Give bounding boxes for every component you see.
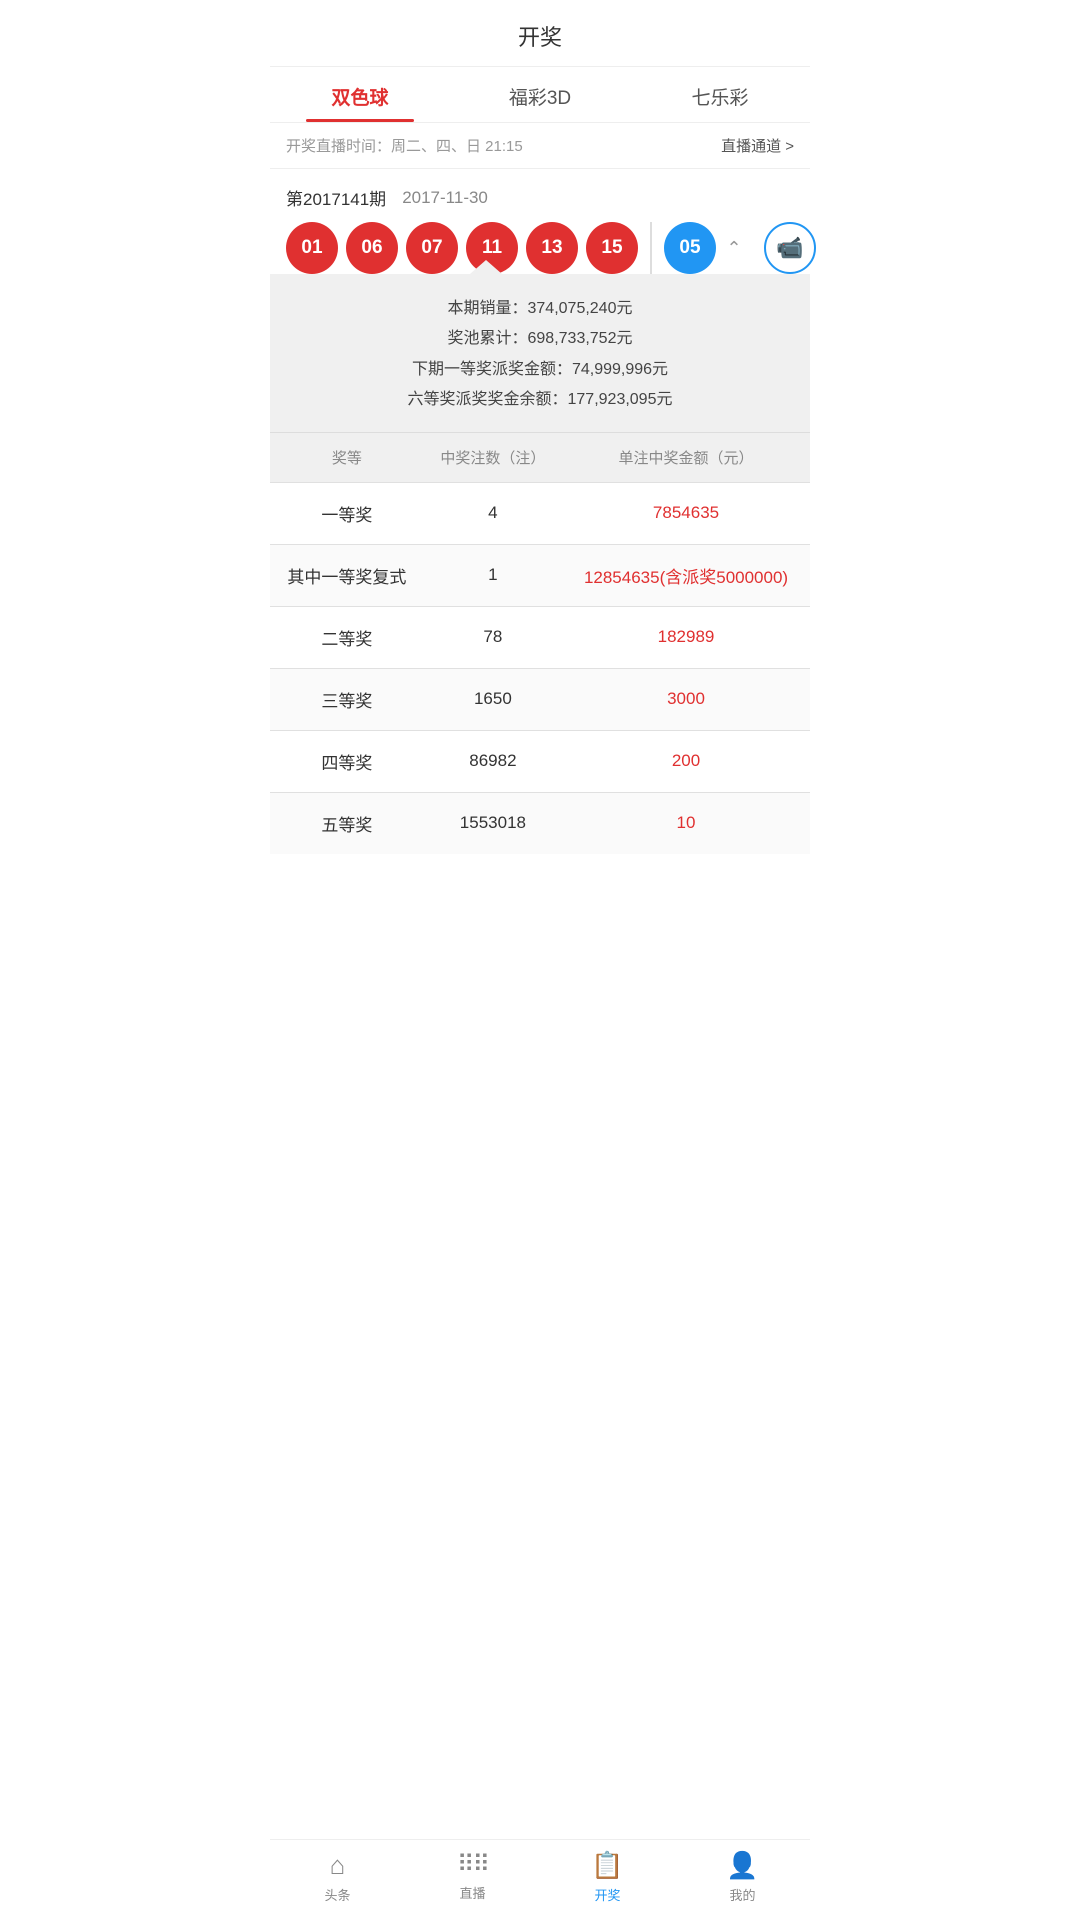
red-ball-1: 01 xyxy=(286,222,338,274)
page-title: 开奖 xyxy=(518,25,562,50)
panel-triangle xyxy=(470,260,502,274)
collapse-button[interactable]: ⌃ xyxy=(716,230,752,266)
prize-level: 其中一等奖复式 xyxy=(270,544,424,606)
red-ball-5: 13 xyxy=(526,222,578,274)
nav-headlines[interactable]: ⌂ 头条 xyxy=(298,1850,378,1904)
header: 开奖 xyxy=(270,0,810,67)
tab-shuangseqiu[interactable]: 双色球 xyxy=(270,67,450,122)
video-button[interactable]: 📹 xyxy=(764,222,816,274)
tab-qilelai[interactable]: 七乐彩 xyxy=(630,67,810,122)
tab-bar: 双色球 福彩3D 七乐彩 xyxy=(270,67,810,123)
tab-fucai3d[interactable]: 福彩3D xyxy=(450,67,630,122)
nav-live[interactable]: ⠿⠿ 直播 xyxy=(433,1850,513,1904)
live-icon: ⠿⠿ xyxy=(457,1850,488,1879)
broadcast-bar: 开奖直播时间：周二、四、日 21:15 直播通道 > xyxy=(270,123,810,169)
nav-headlines-label: 头条 xyxy=(324,1885,350,1904)
prize-count: 1650 xyxy=(424,668,562,730)
red-ball-6: 15 xyxy=(586,222,638,274)
table-row: 四等奖86982200 xyxy=(270,730,810,792)
prize-table: 奖等 中奖注数（注） 单注中奖金额（元） 一等奖47854635其中一等奖复式1… xyxy=(270,433,810,854)
prize-level: 四等奖 xyxy=(270,730,424,792)
table-row: 一等奖47854635 xyxy=(270,482,810,544)
prize-amount: 12854635(含派奖5000000) xyxy=(562,544,810,606)
col-level: 奖等 xyxy=(270,433,424,483)
broadcast-time: 开奖直播时间：周二、四、日 21:15 xyxy=(286,135,523,156)
table-row: 五等奖155301810 xyxy=(270,792,810,854)
prize-level: 五等奖 xyxy=(270,792,424,854)
prize-amount: 3000 xyxy=(562,668,810,730)
draw-meta: 第2017141期 2017-11-30 xyxy=(286,185,794,210)
nav-live-label: 直播 xyxy=(459,1883,485,1902)
red-ball-2: 06 xyxy=(346,222,398,274)
stats-sixth-remain: 六等奖派奖奖金余额：177,923,095元 xyxy=(286,385,794,415)
nav-lottery[interactable]: 📋 开奖 xyxy=(568,1850,648,1904)
table-row: 三等奖16503000 xyxy=(270,668,810,730)
table-row: 二等奖78182989 xyxy=(270,606,810,668)
col-amount: 单注中奖金额（元） xyxy=(562,433,810,483)
red-ball-3: 07 xyxy=(406,222,458,274)
user-icon: 👤 xyxy=(726,1850,758,1881)
lottery-icon: 📋 xyxy=(591,1850,623,1881)
draw-controls: ⌃ 📹 xyxy=(716,222,816,274)
balls-wrapper: 01 06 07 11 13 15 05 ⌃ 📹 xyxy=(286,222,794,274)
prize-amount: 200 xyxy=(562,730,810,792)
stats-block: 本期销量：374,075,240元 奖池累计：698,733,752元 下期一等… xyxy=(270,274,810,433)
video-camera-icon: 📹 xyxy=(776,235,803,261)
stats-pool: 奖池累计：698,733,752元 xyxy=(286,324,794,354)
blue-ball: 05 xyxy=(664,222,716,274)
prize-count: 1553018 xyxy=(424,792,562,854)
home-icon: ⌂ xyxy=(330,1850,346,1881)
prize-count: 86982 xyxy=(424,730,562,792)
table-row: 其中一等奖复式112854635(含派奖5000000) xyxy=(270,544,810,606)
red-balls: 01 06 07 11 13 15 xyxy=(286,222,638,274)
prize-count: 78 xyxy=(424,606,562,668)
broadcast-channel-link[interactable]: 直播通道 > xyxy=(721,135,794,156)
nav-lottery-label: 开奖 xyxy=(594,1885,620,1904)
stats-sales: 本期销量：374,075,240元 xyxy=(286,294,794,324)
draw-section: 第2017141期 2017-11-30 01 06 07 11 13 15 0… xyxy=(270,169,810,274)
prize-amount: 7854635 xyxy=(562,482,810,544)
bottom-nav: ⌂ 头条 ⠿⠿ 直播 📋 开奖 👤 我的 xyxy=(270,1839,810,1920)
detail-panel: 本期销量：374,075,240元 奖池累计：698,733,752元 下期一等… xyxy=(270,274,810,854)
prize-level: 一等奖 xyxy=(270,482,424,544)
ball-divider xyxy=(650,222,652,274)
table-header-row: 奖等 中奖注数（注） 单注中奖金额（元） xyxy=(270,433,810,483)
prize-amount: 10 xyxy=(562,792,810,854)
draw-date: 2017-11-30 xyxy=(402,188,488,208)
nav-mine[interactable]: 👤 我的 xyxy=(703,1850,783,1904)
stats-next-first: 下期一等奖派奖金额：74,999,996元 xyxy=(286,355,794,385)
prize-amount: 182989 xyxy=(562,606,810,668)
draw-issue: 第2017141期 xyxy=(286,185,386,210)
prize-count: 1 xyxy=(424,544,562,606)
prize-level: 三等奖 xyxy=(270,668,424,730)
chevron-up-icon: ⌃ xyxy=(726,238,741,259)
prize-level: 二等奖 xyxy=(270,606,424,668)
prize-count: 4 xyxy=(424,482,562,544)
col-count: 中奖注数（注） xyxy=(424,433,562,483)
nav-mine-label: 我的 xyxy=(729,1885,755,1904)
